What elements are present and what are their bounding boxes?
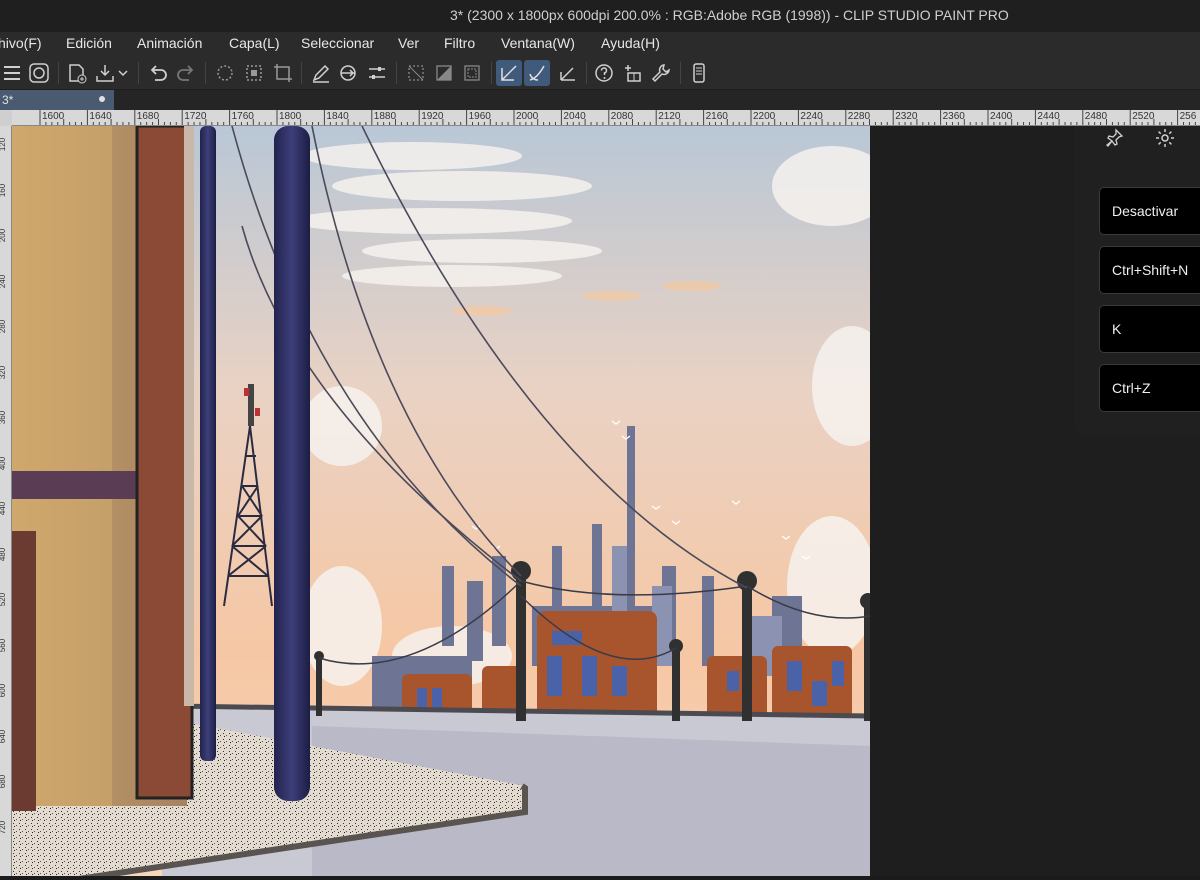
settings-sliders-icon[interactable] [364,60,390,86]
ruler-label: 256 [1179,111,1197,122]
ruler-label: 520 [0,592,8,607]
menu-ver[interactable]: Ver [398,35,419,51]
pin-icon[interactable] [1097,126,1131,150]
canvas-area[interactable]: Desactivar Ctrl+Shift+N K Ctrl+Z [12,126,1200,880]
tab-label: 3* [2,93,14,107]
ruler-label: 680 [0,774,8,789]
command-bar [0,56,1200,90]
transform-icon[interactable] [270,60,296,86]
window-title: 3* (2300 x 1800px 600dpi 200.0% : RGB:Ad… [450,7,1009,23]
ruler-label: 160 [0,183,8,197]
ruler-label: 1800 [279,111,302,122]
ruler-label: 2400 [990,111,1013,122]
shortcut-undo-button[interactable]: Ctrl+Z [1099,364,1200,412]
horizontal-ruler: 1600 1640 1680 1720 1760 1800 1840 1880 1920 1960… [12,110,1200,126]
menu-filtro[interactable]: Filtro [444,35,475,51]
status-strip [0,876,1200,880]
ruler-label: 360 [0,410,8,425]
pen-icon[interactable] [308,60,334,86]
sparkle-icon[interactable] [620,60,646,86]
menu-edicion[interactable]: Edición [66,35,112,51]
unsaved-indicator [99,96,105,102]
vertical-ruler: 120 160 200 240 280 320 360 400 440 480 520 560 600 6… [0,126,12,880]
ruler-label: 1600 [42,111,65,122]
snap-grid-icon[interactable] [524,60,550,86]
ruler-label: 280 [0,319,8,334]
ruler-label: 2000 [516,111,539,122]
menu-bar: hivo(F) Edición Animación Capa(L) Selecc… [0,32,1200,56]
ruler-label: 2280 [847,111,871,122]
ruler-label: 1880 [373,111,397,122]
snap-perspective-icon[interactable] [555,60,581,86]
ruler-label: 1760 [231,111,254,122]
menu-archivo[interactable]: hivo(F) [0,35,42,51]
ruler-label: 2160 [705,111,728,122]
tab-document[interactable]: 3* [0,90,114,110]
menu-ventana[interactable]: Ventana(W) [501,35,575,51]
ruler-label: 1840 [326,111,349,122]
menu-capa[interactable]: Capa(L) [229,35,280,51]
ruler-label: 400 [0,456,8,470]
redo-icon[interactable] [173,60,199,86]
chevron-down-icon[interactable] [116,60,130,86]
ruler-label: 2040 [563,111,586,122]
ruler-corner [0,110,12,126]
menu-seleccionar[interactable]: Seleccionar [301,35,374,51]
ruler-label: 2440 [1037,111,1060,122]
ruler-label: 1720 [184,111,207,122]
ruler-label: 720 [0,820,8,834]
ruler-label: 2200 [753,111,776,122]
ruler-label: 240 [0,274,8,288]
ruler-label: 640 [0,729,8,743]
undo-icon[interactable] [145,60,171,86]
show-selection-icon[interactable] [459,60,485,86]
menu-animacion[interactable]: Animación [137,35,202,51]
ruler-label: 440 [0,501,8,516]
artwork-canvas[interactable] [12,126,870,880]
ruler-label: 320 [0,365,8,379]
ruler-label: 2080 [610,111,634,122]
ruler-label: 2480 [1084,111,1108,122]
ruler-label: 560 [0,638,8,652]
gear-icon[interactable] [1148,126,1182,150]
menu-ayuda[interactable]: Ayuda(H) [601,35,660,51]
ruler-label: 2240 [800,111,823,122]
title-bar: 3* (2300 x 1800px 600dpi 200.0% : RGB:Ad… [0,0,1200,32]
invert-selection-icon[interactable] [431,60,457,86]
shortcut-new-layer-button[interactable]: Ctrl+Shift+N [1099,246,1200,294]
help-icon[interactable] [591,60,617,86]
shortcut-k-button[interactable]: K [1099,305,1200,353]
ruler-label: 2320 [895,111,918,122]
ruler-label: 2360 [942,111,965,122]
ruler-label: 1680 [136,111,160,122]
ruler-label: 600 [0,683,8,698]
link-icon[interactable] [335,60,361,86]
clear-icon[interactable] [212,60,238,86]
logo-icon[interactable] [26,60,52,86]
ruler-label: 1920 [421,111,444,122]
menu-icon[interactable] [0,60,26,86]
shortcut-panel: Desactivar Ctrl+Shift+N K Ctrl+Z [1075,126,1200,436]
ruler-label: 2120 [658,111,681,122]
snap-ruler-icon[interactable] [496,60,522,86]
shortcut-desactivar-button[interactable]: Desactivar [1099,187,1200,235]
ruler-label: 1960 [468,111,491,122]
clip-studio-window: 3* (2300 x 1800px 600dpi 200.0% : RGB:Ad… [0,0,1200,880]
wrench-icon[interactable] [648,60,674,86]
tab-bar: 3* [0,90,1200,110]
select-all-icon[interactable] [403,60,429,86]
ruler-label: 2520 [1132,111,1155,122]
ruler-label: 120 [0,137,8,152]
save-icon[interactable] [92,60,118,86]
fill-icon[interactable] [241,60,267,86]
ruler-label: 1640 [89,111,112,122]
phone-icon[interactable] [686,60,712,86]
ruler-label: 200 [0,228,8,243]
ruler-label: 480 [0,547,8,561]
new-file-icon[interactable] [64,60,90,86]
